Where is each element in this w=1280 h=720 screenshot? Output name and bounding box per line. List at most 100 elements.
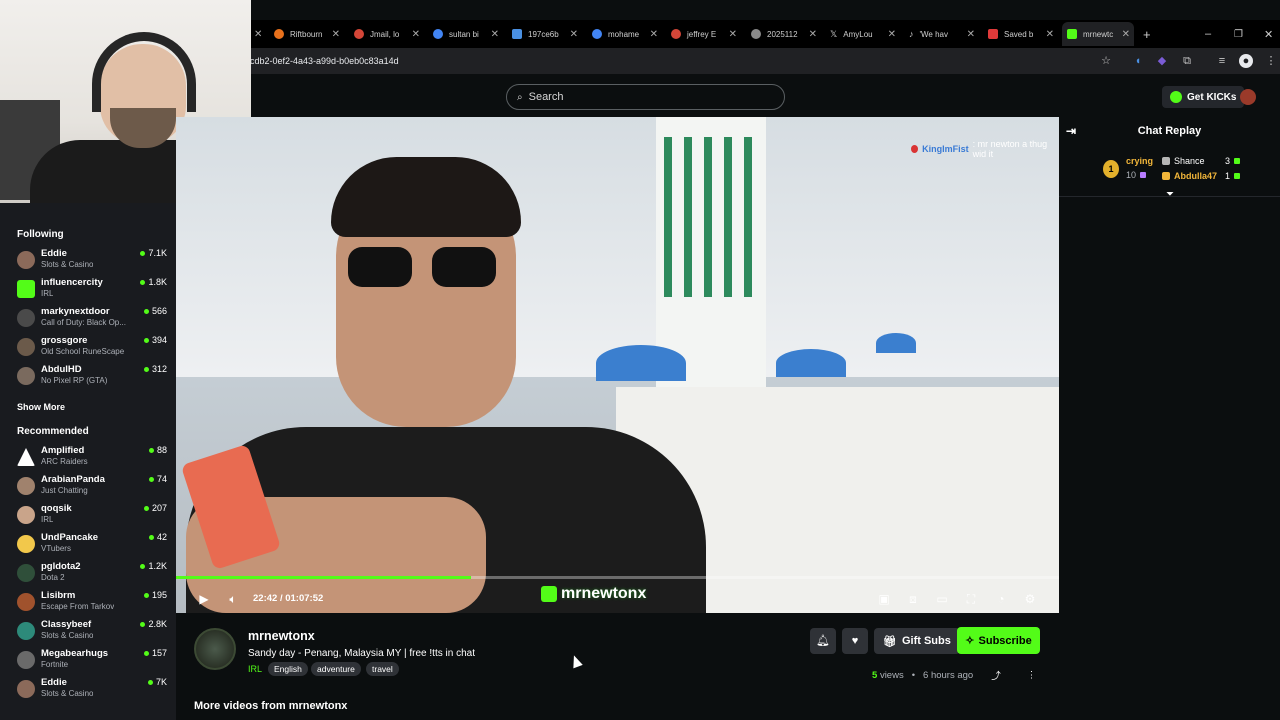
tab-favicon-icon bbox=[751, 29, 761, 39]
user-avatar[interactable] bbox=[1240, 89, 1256, 105]
restore-icon[interactable]: ❐ bbox=[1234, 22, 1244, 46]
sidebar-item-grossgore[interactable]: grossgore Old School RuneScape 394 bbox=[17, 335, 167, 361]
sidebar-item-megabearhugs[interactable]: Megabearhugs Fortnite 157 bbox=[17, 648, 167, 674]
leaderboard-third-user[interactable]: Abdulla47 bbox=[1162, 171, 1217, 181]
close-icon[interactable]: ✕ bbox=[570, 29, 578, 40]
search-input[interactable]: ⌕ Search bbox=[506, 84, 785, 110]
close-icon[interactable]: ✕ bbox=[967, 29, 975, 40]
tab-jeffrey[interactable]: jeffrey E ✕ bbox=[671, 22, 737, 46]
video-player[interactable]: KingImFist : mr newton a thug wid it mrn… bbox=[176, 117, 1059, 613]
viewer-count: 312 bbox=[143, 364, 167, 374]
bookmark-star-icon[interactable]: ☆ bbox=[1099, 54, 1113, 68]
tab-mohame[interactable]: mohame ✕ bbox=[592, 22, 658, 46]
channel-name[interactable]: mrnewtonx bbox=[248, 629, 315, 643]
close-icon[interactable]: ✕ bbox=[491, 29, 499, 40]
tab-jmail[interactable]: Jmail, lo ✕ bbox=[354, 22, 420, 46]
notification-bell-icon[interactable]: 🔔︎ bbox=[810, 628, 836, 654]
channel-avatar[interactable] bbox=[194, 628, 236, 670]
settings-gear-icon[interactable]: ⚙ bbox=[1022, 591, 1038, 607]
new-tab-button[interactable]: + bbox=[1143, 22, 1157, 46]
extension-audio-icon[interactable]: ◖ bbox=[1131, 54, 1145, 68]
tab-favicon-icon bbox=[671, 29, 681, 39]
close-icon[interactable]: ✕ bbox=[1122, 29, 1130, 40]
leaderboard-top-user[interactable]: crying bbox=[1126, 156, 1153, 166]
youtube-icon bbox=[988, 29, 998, 39]
volume-icon[interactable]: 🔈︎ bbox=[225, 591, 241, 607]
tab-close-icon[interactable]: ✕ bbox=[254, 22, 268, 46]
expand-leaderboard-icon[interactable]: ⏷ bbox=[1166, 189, 1174, 200]
sidebar-item-classybeef[interactable]: Classybeef Slots & Casino 2.8K bbox=[17, 619, 167, 645]
following-heading: Following bbox=[17, 229, 64, 240]
extensions-puzzle-icon[interactable]: ⧉ bbox=[1180, 54, 1194, 68]
category-link[interactable]: IRL bbox=[248, 664, 262, 674]
tab-amylou[interactable]: 𝕏 AmyLou ✕ bbox=[830, 22, 896, 46]
fullscreen-icon[interactable]: ⛶ bbox=[963, 591, 979, 607]
follow-heart-icon[interactable]: ♥ bbox=[842, 628, 868, 654]
tag-travel[interactable]: travel bbox=[366, 662, 399, 676]
sidebar-item-markynextdoor[interactable]: markynextdoor Call of Duty: Black Op... … bbox=[17, 306, 167, 332]
viewer-count: 1.8K bbox=[140, 277, 167, 287]
close-icon[interactable]: ✕ bbox=[412, 29, 420, 40]
tab-riftbourn[interactable]: Riftbourn ✕ bbox=[274, 22, 340, 46]
menu-kebab-icon[interactable]: ⋮ bbox=[1264, 54, 1278, 68]
play-icon[interactable]: ▶ bbox=[196, 591, 212, 607]
sidebar: Following Eddie Slots & Casino 7.1K infl… bbox=[0, 203, 176, 720]
viewer-count: 157 bbox=[143, 648, 167, 658]
sidebar-item-eddie[interactable]: Eddie Slots & Casino 7.1K bbox=[17, 248, 167, 274]
sidebar-item-amplified[interactable]: Amplified ARC Raiders 88 bbox=[17, 445, 167, 471]
video-dome bbox=[776, 349, 846, 377]
tab-favicon-icon bbox=[433, 29, 443, 39]
tab-saved[interactable]: Saved b ✕ bbox=[988, 22, 1054, 46]
sidebar-item-influencercity[interactable]: influencercity IRL 1.8K bbox=[17, 277, 167, 303]
tab-we-have[interactable]: ♪ 'We hav ✕ bbox=[909, 22, 975, 46]
tab-favicon-icon bbox=[274, 29, 284, 39]
get-kicks-button[interactable]: Get KICKs bbox=[1162, 86, 1245, 108]
close-icon[interactable]: ✕ bbox=[650, 29, 658, 40]
leaderboard-third-count: 1 bbox=[1225, 171, 1241, 181]
close-icon[interactable]: ✕ bbox=[729, 29, 737, 40]
close-icon[interactable]: ✕ bbox=[1046, 29, 1054, 40]
subscribe-button[interactable]: ✧ Subscribe bbox=[957, 627, 1040, 654]
tab-sultan[interactable]: sultan bi ✕ bbox=[433, 22, 499, 46]
close-icon[interactable]: ✕ bbox=[809, 29, 817, 40]
sidebar-item-eddie-recommended[interactable]: Eddie Slots & Casino 7K bbox=[17, 677, 167, 703]
viewer-count: 7.1K bbox=[140, 248, 167, 258]
profile-icon[interactable]: ● bbox=[1239, 54, 1253, 68]
kick-favicon-icon bbox=[1067, 29, 1077, 39]
sparkle-icon: ✧ bbox=[965, 635, 975, 647]
share-icon[interactable]: ⤴ bbox=[991, 668, 1001, 682]
extension-shield-icon[interactable]: ◆ bbox=[1155, 54, 1169, 68]
sidebar-item-arabianpanda[interactable]: ArabianPanda Just Chatting 74 bbox=[17, 474, 167, 500]
chat-panel-title: Chat Replay bbox=[1137, 125, 1202, 137]
more-options-icon[interactable]: ⋮ bbox=[1027, 670, 1037, 681]
theater-mode-icon[interactable]: ▭ bbox=[934, 591, 950, 607]
show-more-button[interactable]: Show More bbox=[17, 402, 65, 412]
media-queue-icon[interactable]: ≡ bbox=[1215, 54, 1229, 68]
tab-mrnewtonx[interactable]: mrnewtc ✕ bbox=[1062, 22, 1134, 46]
tab-197ce6b[interactable]: 197ce6b ✕ bbox=[512, 22, 578, 46]
progress-bar[interactable] bbox=[176, 576, 1059, 579]
url-text[interactable]: cdb2-0ef2-4a43-a99d-b0eb0c83a14d bbox=[250, 56, 399, 66]
sidebar-item-qoqsik[interactable]: qoqsik IRL 207 bbox=[17, 503, 167, 529]
window-close-icon[interactable]: ✕ bbox=[1264, 22, 1274, 46]
tag-adventure[interactable]: adventure bbox=[311, 662, 361, 676]
close-icon[interactable]: ✕ bbox=[332, 29, 340, 40]
close-icon[interactable]: ✕ bbox=[888, 29, 896, 40]
kicks-coin-icon bbox=[1170, 91, 1182, 103]
minimize-icon[interactable]: – bbox=[1205, 22, 1215, 46]
clip-icon[interactable]: ⧈ bbox=[905, 591, 921, 607]
leaderboard-second-user[interactable]: Shance bbox=[1162, 156, 1205, 166]
tab-2025112[interactable]: 2025112 ✕ bbox=[751, 22, 817, 46]
speed-icon[interactable]: ◔ bbox=[993, 591, 1009, 607]
sidebar-item-abdulhd[interactable]: AbdulHD No Pixel RP (GTA) 312 bbox=[17, 364, 167, 390]
sidebar-item-lisibrm[interactable]: Lisibrm Escape From Tarkov 195 bbox=[17, 590, 167, 616]
x-logo-icon: 𝕏 bbox=[830, 28, 838, 39]
collapse-chat-icon[interactable]: ⇥ bbox=[1066, 124, 1076, 138]
miniplayer-icon[interactable]: ▣ bbox=[876, 591, 892, 607]
video-meta: 5 views • 6 hours ago ⤴ ⋮ bbox=[872, 668, 1037, 683]
gift-subs-button[interactable]: 🎁︎ Gift Subs bbox=[874, 628, 960, 654]
sidebar-item-pgldota2[interactable]: pgldota2 Dota 2 1.2K bbox=[17, 561, 167, 587]
sidebar-item-undpancake[interactable]: UndPancake VTubers 42 bbox=[17, 532, 167, 558]
viewer-count: 566 bbox=[143, 306, 167, 316]
tag-english[interactable]: English bbox=[268, 662, 308, 676]
